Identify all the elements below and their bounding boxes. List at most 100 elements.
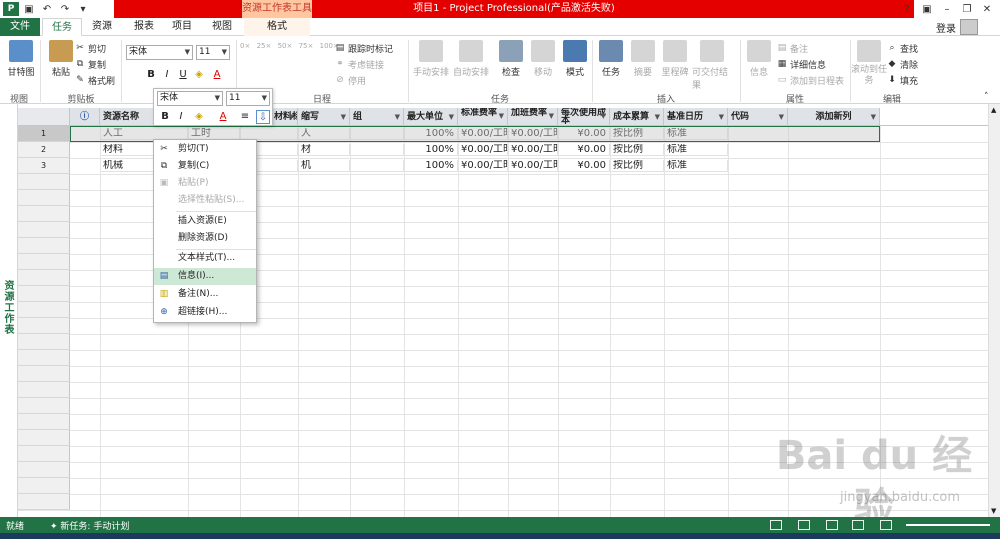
bold-button[interactable]: B: [144, 68, 158, 82]
cell-initials[interactable]: 材: [298, 144, 350, 156]
scroll-up-icon[interactable]: ▲: [991, 106, 996, 114]
redo-icon[interactable]: ↷: [57, 2, 73, 16]
restore-icon[interactable]: ❐: [960, 4, 974, 15]
clear-button[interactable]: ◆ 清除: [886, 58, 918, 71]
cell-std[interactable]: ¥0.00/工时: [458, 144, 508, 156]
tab-report[interactable]: 报表: [124, 18, 164, 36]
font-color-icon[interactable]: A: [210, 68, 224, 82]
undo-icon[interactable]: ↶: [39, 2, 55, 16]
minimize-icon[interactable]: –: [940, 4, 954, 15]
row-number[interactable]: 3: [18, 158, 70, 174]
mini-bold-button[interactable]: B: [158, 110, 172, 124]
row-number[interactable]: 1: [18, 126, 70, 142]
track-mark-button[interactable]: ▤ 跟踪时标记: [334, 42, 393, 55]
tab-format[interactable]: 格式: [244, 18, 310, 36]
cell-cost[interactable]: ¥0.00: [558, 160, 610, 172]
notes-button[interactable]: ▤ 备注: [776, 42, 808, 55]
menu-information[interactable]: ▤ 信息(I)...: [154, 268, 256, 285]
cell-accrue[interactable]: 按比例: [610, 160, 664, 172]
cell-accrue[interactable]: 按比例: [610, 144, 664, 156]
row-number[interactable]: [18, 494, 70, 510]
row-number[interactable]: [18, 270, 70, 286]
row-number[interactable]: [18, 318, 70, 334]
indicator-header[interactable]: ⓘ: [70, 108, 100, 126]
cut-button[interactable]: ✂ 剪切: [74, 42, 106, 55]
gantt-view-icon[interactable]: [770, 520, 782, 530]
header-max-units[interactable]: 最大单位 ▼: [404, 108, 458, 126]
zoom-slider[interactable]: [906, 524, 990, 526]
cell-ovt[interactable]: ¥0.00/工时: [508, 144, 558, 156]
new-task-mode[interactable]: ✦ 新任务: 手动计划: [50, 519, 129, 532]
cell-group[interactable]: [350, 160, 404, 172]
font-size-combo[interactable]: 11 ▼: [196, 45, 230, 60]
tab-file[interactable]: 文件: [0, 18, 40, 36]
row-number[interactable]: [18, 478, 70, 494]
menu-copy[interactable]: ⧉ 复制(C): [154, 158, 256, 175]
info-button[interactable]: 信息: [740, 40, 778, 78]
menu-delete-resource[interactable]: 删除资源(D): [154, 230, 256, 247]
cell-cal[interactable]: 标准: [664, 144, 728, 156]
team-planner-icon[interactable]: [826, 520, 838, 530]
row-number[interactable]: [18, 382, 70, 398]
row-number[interactable]: [18, 302, 70, 318]
row-number[interactable]: [18, 206, 70, 222]
underline-button[interactable]: U: [176, 68, 190, 82]
ribbon-display-icon[interactable]: ▣: [920, 4, 934, 15]
menu-paste-special[interactable]: 选择性粘贴(S)...: [154, 192, 256, 209]
mini-size-combo[interactable]: 11 ▼: [226, 91, 270, 106]
cell-ovt[interactable]: ¥0.00/工时: [508, 160, 558, 172]
cell-group[interactable]: [350, 144, 404, 156]
login-link[interactable]: 登录: [936, 20, 956, 35]
row-number[interactable]: [18, 414, 70, 430]
task-usage-icon[interactable]: [798, 520, 810, 530]
row-number[interactable]: [18, 190, 70, 206]
row-number[interactable]: [18, 446, 70, 462]
menu-text-styles[interactable]: 文本样式(T)...: [154, 250, 256, 267]
inactivate-button[interactable]: ⊘ 停用: [334, 74, 366, 87]
tab-resource[interactable]: 资源: [82, 18, 122, 36]
menu-notes[interactable]: ▥ 备注(N)...: [154, 286, 256, 303]
percent-complete-buttons[interactable]: 0× 25× 50× 75× 100×: [240, 42, 339, 50]
highlight-icon[interactable]: ◈: [192, 68, 206, 82]
header-ovt-rate[interactable]: 加班费率 ▼: [508, 108, 558, 126]
mini-align-icon[interactable]: ≡: [238, 110, 252, 124]
customize-qat-icon[interactable]: ▾: [75, 2, 91, 16]
row-number[interactable]: [18, 254, 70, 270]
row-number[interactable]: [18, 238, 70, 254]
menu-cut[interactable]: ✂ 剪切(T): [154, 141, 256, 158]
select-all-corner[interactable]: [18, 108, 70, 126]
row-number[interactable]: [18, 366, 70, 382]
scroll-down-icon[interactable]: ▼: [991, 507, 996, 515]
mini-fill-icon[interactable]: ⇩: [256, 110, 270, 124]
menu-insert-resource[interactable]: 插入资源(E): [154, 213, 256, 230]
cell-max[interactable]: 100%: [404, 160, 458, 172]
scroll-to-task-button[interactable]: 滚动到任务: [850, 40, 888, 87]
resource-sheet-icon[interactable]: [852, 520, 864, 530]
row-number[interactable]: [18, 398, 70, 414]
copy-button[interactable]: ⧉ 复制: [74, 58, 106, 71]
italic-button[interactable]: I: [160, 68, 174, 82]
cell-max[interactable]: 100%: [404, 144, 458, 156]
cell-cost[interactable]: ¥0.00: [558, 144, 610, 156]
manual-schedule-button[interactable]: 手动安排: [412, 40, 450, 78]
row-number[interactable]: [18, 174, 70, 190]
format-painter-button[interactable]: ✎ 格式刷: [74, 74, 115, 87]
font-name-combo[interactable]: 宋体 ▼: [126, 45, 193, 60]
help-icon[interactable]: ?: [900, 4, 914, 15]
report-icon[interactable]: [880, 520, 892, 530]
header-cost-per-use[interactable]: 每次使用成本 ▼: [558, 108, 610, 126]
milestone-button[interactable]: 里程碑: [656, 40, 694, 78]
row-number[interactable]: [18, 334, 70, 350]
header-add-column[interactable]: 添加新列 ▼: [788, 108, 880, 126]
header-initials[interactable]: 缩写 ▼: [298, 108, 350, 126]
row-number[interactable]: [18, 430, 70, 446]
mini-italic-button[interactable]: I: [174, 110, 188, 124]
row-number[interactable]: 2: [18, 142, 70, 158]
fill-button[interactable]: ⬇ 填充: [886, 74, 918, 87]
header-std-rate[interactable]: 标准费率 ▼: [458, 108, 508, 126]
tab-task[interactable]: 任务: [42, 18, 82, 36]
row-number[interactable]: [18, 350, 70, 366]
tab-view[interactable]: 视图: [202, 18, 242, 36]
cell-cal[interactable]: 标准: [664, 160, 728, 172]
add-timeline-button[interactable]: ▭ 添加到日程表: [776, 74, 844, 87]
